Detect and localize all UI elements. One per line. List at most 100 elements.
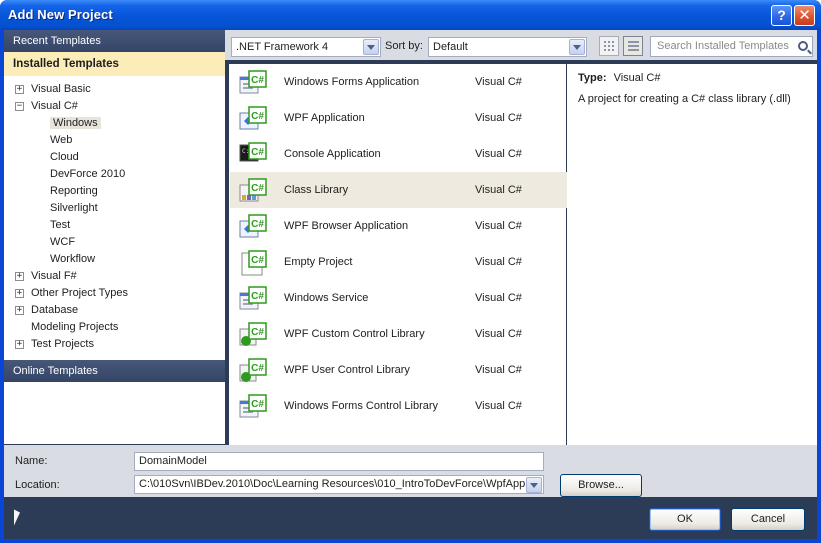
small-icons-view-button[interactable] (599, 36, 619, 56)
template-language: Visual C# (475, 112, 522, 124)
tree-item-silverlight[interactable]: Silverlight (50, 200, 98, 217)
class-library-icon: C# (238, 177, 268, 205)
expand-icon[interactable]: + (15, 85, 24, 94)
mouse-cursor-icon (14, 508, 20, 526)
recent-templates-header[interactable]: Recent Templates (4, 30, 225, 52)
template-details-panel: Type: Visual C# A project for creating a… (567, 64, 817, 445)
dialog-title: Add New Project (8, 7, 113, 22)
wpf-icon: C# (238, 105, 268, 133)
template-name: Empty Project (284, 256, 353, 268)
tree-item-wcf[interactable]: WCF (50, 234, 75, 251)
template-row[interactable]: C:\ C# Console Application Visual C# (230, 136, 567, 172)
svg-text:C#: C# (251, 363, 264, 374)
tree-item-workflow[interactable]: Workflow (50, 251, 95, 268)
tree-item-label: Visual F# (31, 270, 77, 282)
tree-item-cloud[interactable]: Cloud (50, 149, 79, 166)
sort-by-label: Sort by: (385, 40, 423, 52)
template-row[interactable]: C# Windows Forms Application Visual C# (230, 64, 567, 100)
template-language: Visual C# (475, 400, 522, 412)
tree-item-label: Test Projects (31, 338, 94, 350)
chevron-down-icon[interactable] (363, 39, 379, 55)
collapse-icon[interactable]: − (15, 102, 24, 111)
type-value: Visual C# (613, 72, 661, 84)
medium-icons-view-button[interactable] (623, 36, 643, 56)
wpf-user-control-icon: C# (238, 357, 268, 385)
tree-item-reporting[interactable]: Reporting (50, 183, 98, 200)
search-icon[interactable] (798, 41, 808, 51)
expand-icon[interactable]: + (15, 272, 24, 281)
template-language: Visual C# (475, 256, 522, 268)
template-row[interactable]: C# WPF Browser Application Visual C# (230, 208, 567, 244)
template-toolbar: .NET Framework 4 Sort by: Default Search… (225, 30, 817, 60)
expand-icon[interactable]: + (15, 306, 24, 315)
tree-item-test[interactable]: Test (50, 217, 70, 234)
wpf-custom-control-icon: C# (238, 321, 268, 349)
cancel-button[interactable]: Cancel (731, 508, 805, 531)
location-value: C:\010Svn\IBDev.2010\Doc\Learning Resour… (139, 478, 528, 490)
browse-button[interactable]: Browse... (560, 474, 642, 497)
project-form: Name: DomainModel Location: C:\010Svn\IB… (4, 445, 817, 497)
svg-text:C#: C# (251, 111, 264, 122)
template-row[interactable]: C# Windows Service Visual C# (230, 280, 567, 316)
tree-item-other-project-types[interactable]: + Other Project Types (15, 285, 128, 302)
title-bar[interactable]: Add New Project ? ✕ (0, 0, 821, 30)
framework-select[interactable]: .NET Framework 4 (231, 37, 381, 57)
tree-item-web[interactable]: Web (50, 132, 72, 149)
sort-select[interactable]: Default (428, 37, 587, 57)
svg-text:C#: C# (251, 327, 264, 338)
template-name: Class Library (284, 184, 349, 196)
expand-icon[interactable]: + (15, 289, 24, 298)
close-button[interactable]: ✕ (794, 5, 815, 26)
template-name: WPF Application (284, 112, 365, 124)
tree-item-label: DevForce 2010 (50, 168, 126, 180)
template-description: A project for creating a C# class librar… (578, 93, 791, 105)
sort-select-value: Default (433, 41, 468, 53)
template-language: Visual C# (475, 148, 522, 160)
svg-text:C#: C# (251, 291, 264, 302)
project-name-input[interactable]: DomainModel (134, 452, 544, 471)
help-button[interactable]: ? (771, 5, 792, 26)
tree-item-visual-f[interactable]: + Visual F# (15, 268, 77, 285)
location-input[interactable]: C:\010Svn\IBDev.2010\Doc\Learning Resour… (134, 475, 544, 494)
template-language: Visual C# (475, 184, 522, 196)
tree-item-modeling-projects[interactable]: Modeling Projects (31, 319, 118, 336)
chevron-down-icon[interactable] (526, 477, 542, 493)
chevron-down-icon[interactable] (569, 39, 585, 55)
template-name: WPF User Control Library (284, 364, 410, 376)
template-row[interactable]: C# WPF Custom Control Library Visual C# (230, 316, 567, 352)
template-language: Visual C# (475, 292, 522, 304)
tree-item-label: WCF (50, 236, 76, 248)
template-row[interactable]: C# WPF User Control Library Visual C# (230, 352, 567, 388)
tree-item-windows[interactable]: Windows (50, 115, 101, 132)
template-name: WPF Browser Application (284, 220, 409, 232)
tree-item-visual-c[interactable]: − Visual C# (15, 98, 78, 115)
tree-item-label: Modeling Projects (31, 321, 119, 333)
tree-item-label: Workflow (50, 253, 96, 265)
name-label: Name: (15, 455, 48, 467)
online-templates-header[interactable]: Online Templates (4, 360, 225, 382)
winforms-icon: C# (238, 69, 268, 97)
svg-text:C#: C# (251, 183, 264, 194)
template-row[interactable]: C# Class Library Visual C# (230, 172, 567, 208)
windows-service-icon: C# (238, 285, 268, 313)
tree-item-label: Web (50, 134, 73, 146)
add-new-project-dialog: Add New Project ? ✕ Recent Templates Ins… (0, 0, 821, 543)
expand-icon[interactable]: + (15, 340, 24, 349)
tree-item-label: Database (31, 304, 79, 316)
tree-item-test-projects[interactable]: + Test Projects (15, 336, 94, 353)
template-language: Visual C# (475, 364, 522, 376)
tree-item-label: Reporting (50, 185, 98, 197)
console-icon: C:\ C# (238, 141, 268, 169)
type-label: Type: (578, 72, 607, 84)
ok-button[interactable]: OK (649, 508, 721, 531)
template-row[interactable]: C# Empty Project Visual C# (230, 244, 567, 280)
search-installed-templates-input[interactable]: Search Installed Templates (650, 36, 813, 57)
installed-templates-header[interactable]: Installed Templates (4, 52, 225, 76)
svg-text:C#: C# (251, 255, 264, 266)
tree-item-devforce-2010[interactable]: DevForce 2010 (50, 166, 125, 183)
template-row[interactable]: C# WPF Application Visual C# (230, 100, 567, 136)
tree-item-database[interactable]: + Database (15, 302, 79, 319)
template-categories-panel: Recent Templates Installed Templates + Vi… (4, 30, 225, 444)
tree-item-visual-basic[interactable]: + Visual Basic (15, 81, 91, 98)
template-row[interactable]: C# Windows Forms Control Library Visual C# (230, 388, 567, 424)
